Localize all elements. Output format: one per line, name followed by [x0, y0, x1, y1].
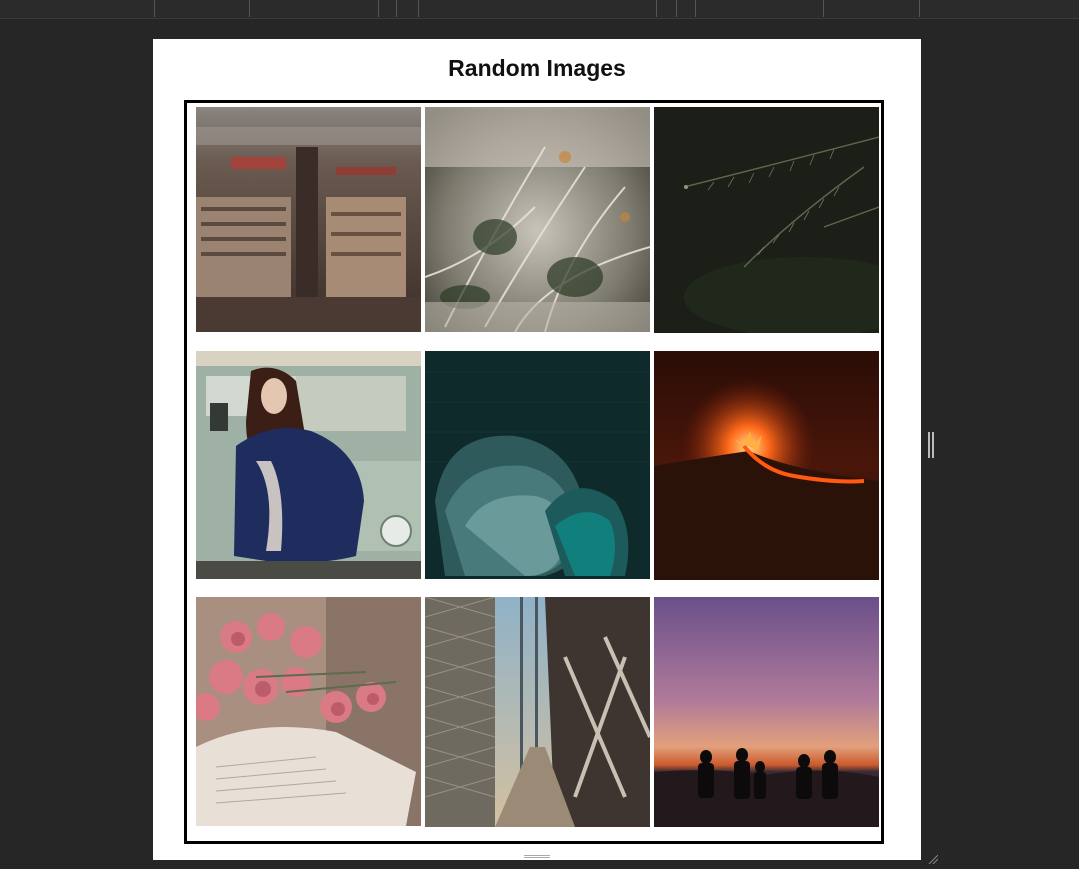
corner-resize-grip-icon[interactable] — [926, 851, 939, 865]
page-title: Random Images — [448, 55, 626, 81]
toolbar-divider — [378, 0, 379, 17]
image-pine-branch[interactable] — [654, 107, 879, 333]
image-woman-with-car[interactable] — [196, 351, 421, 579]
image-sunset-silhouettes[interactable] — [654, 597, 879, 827]
browser-top-bar — [0, 0, 1079, 19]
toolbar-divider — [396, 0, 397, 17]
toolbar-divider — [676, 0, 677, 17]
toolbar-divider — [919, 0, 920, 17]
toolbar-divider — [154, 0, 155, 17]
toolbar-divider — [418, 0, 419, 17]
image-bridge-walkway[interactable] — [425, 597, 650, 827]
page-frame: Random Images — [153, 39, 921, 860]
toolbar-divider — [823, 0, 824, 17]
image-roses-on-book[interactable] — [196, 597, 421, 826]
toolbar-divider — [656, 0, 657, 17]
horizontal-resize-handle[interactable] — [524, 855, 550, 858]
image-volcano-eruption[interactable] — [654, 351, 879, 580]
vertical-resize-handle[interactable] — [928, 432, 934, 458]
image-frosty-fern[interactable] — [425, 107, 650, 332]
image-grid — [184, 100, 884, 844]
toolbar-divider — [249, 0, 250, 17]
image-city-aerial[interactable] — [196, 107, 421, 332]
toolbar-divider — [695, 0, 696, 17]
image-teal-abstract[interactable] — [425, 351, 650, 579]
